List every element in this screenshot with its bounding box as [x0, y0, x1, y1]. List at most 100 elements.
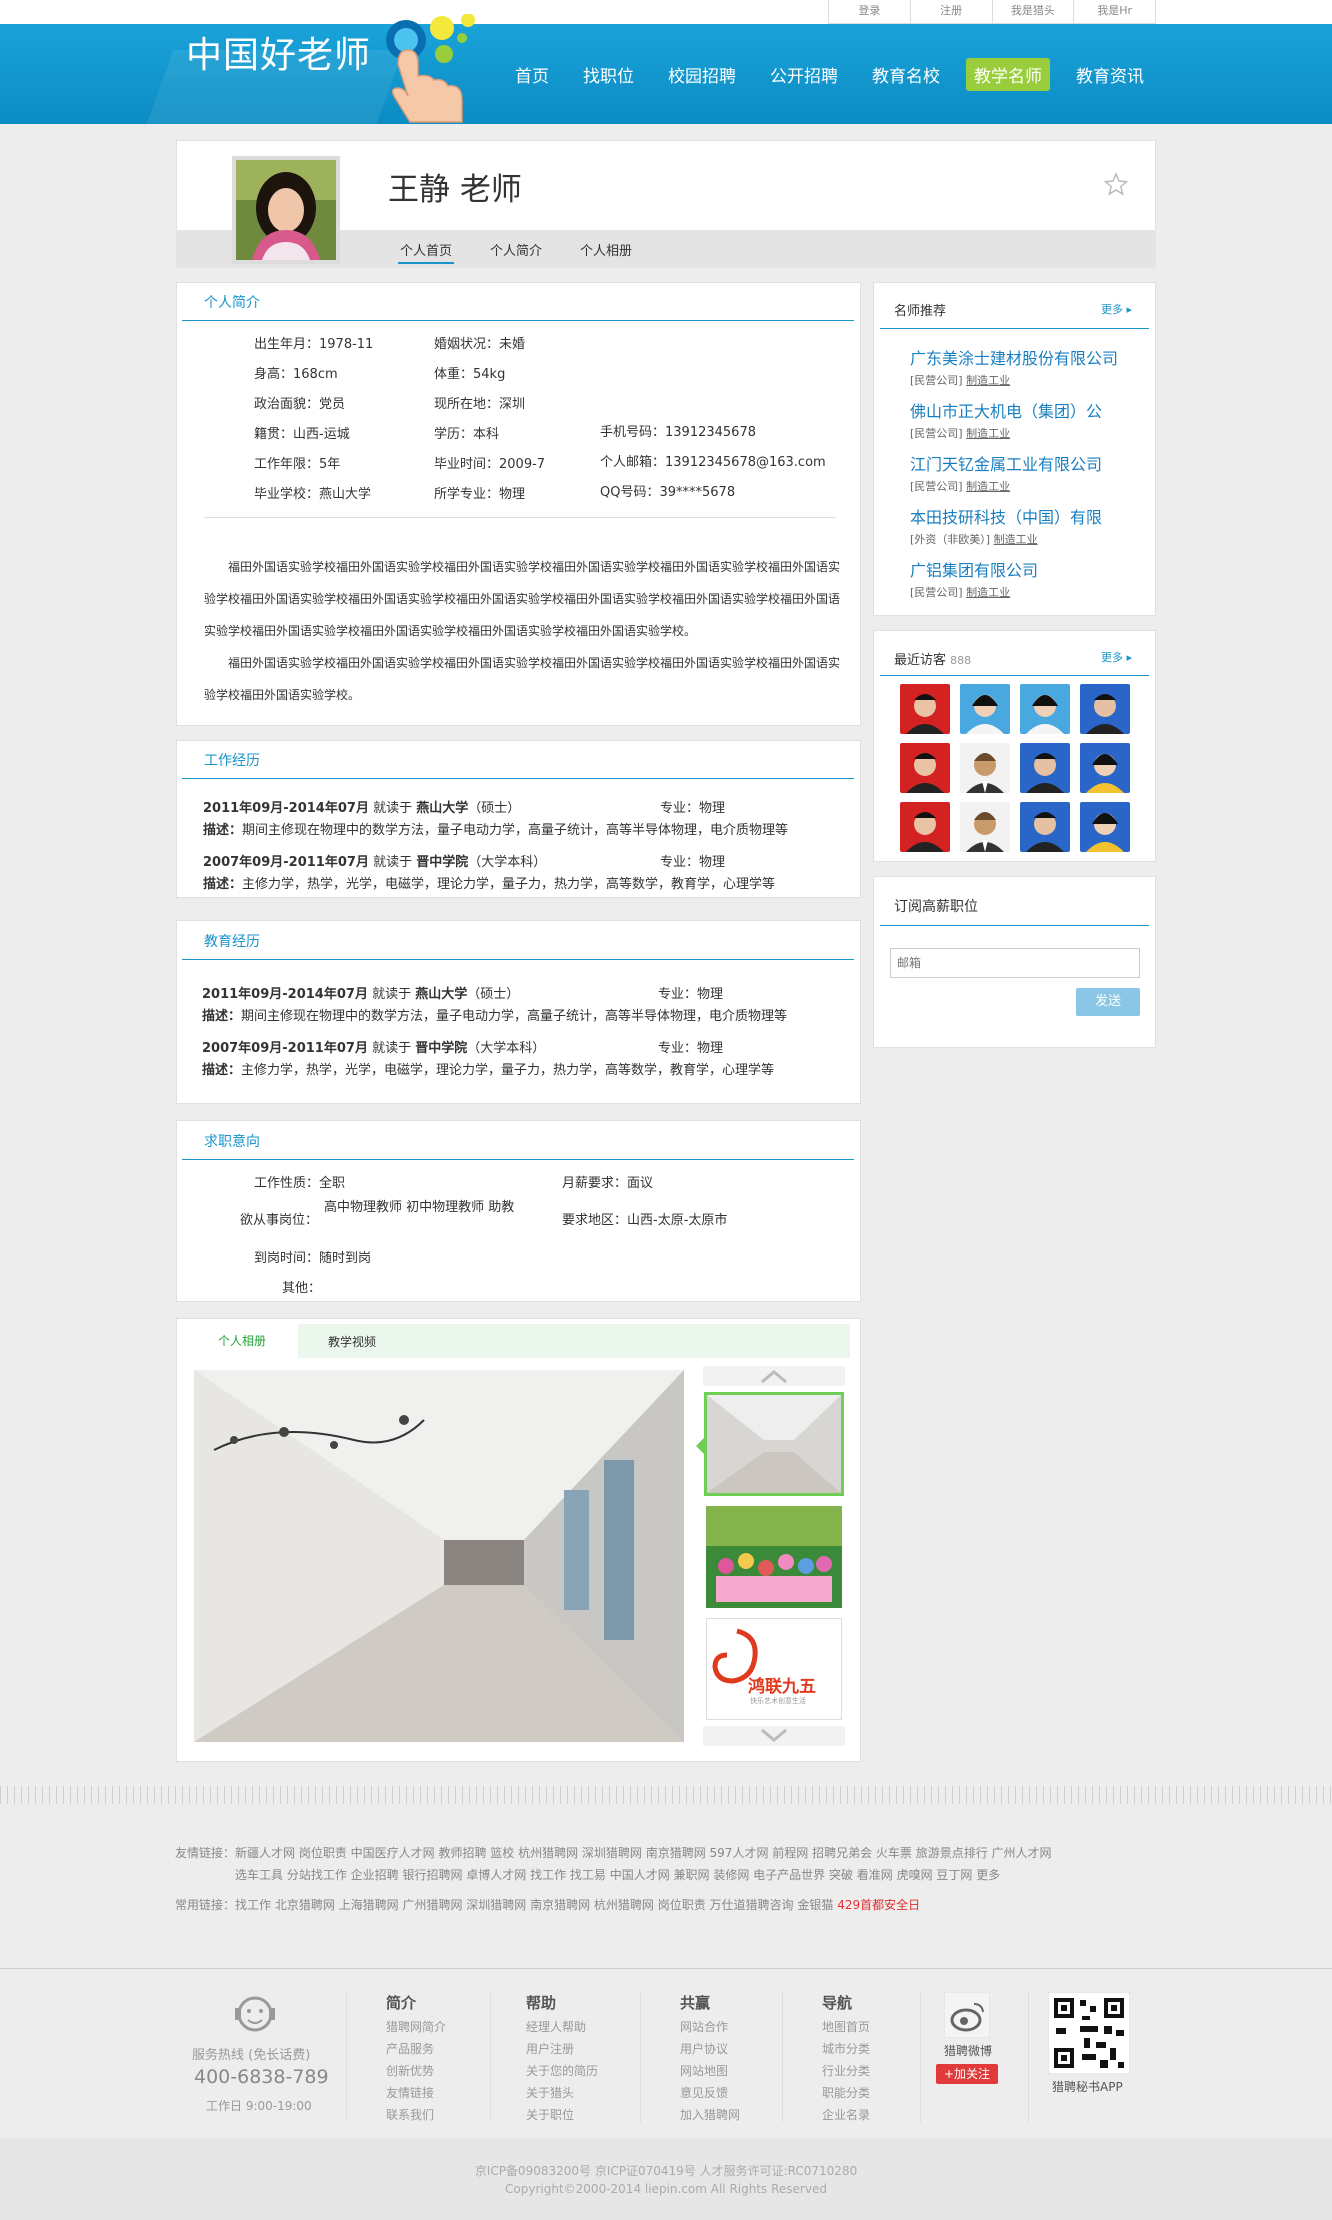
visitor-avatar[interactable] [960, 743, 1010, 793]
tab-album[interactable]: 个人相册 [580, 240, 632, 259]
footer-link[interactable]: 地图首页 [822, 2016, 870, 2038]
teacher-avatar [232, 156, 340, 264]
footer-link[interactable]: 加入猎聘网 [680, 2104, 740, 2126]
field-years: 工作年限：5年 [254, 457, 341, 472]
intent-salary: 月薪要求：面议 [562, 1176, 654, 1191]
intent-divider [182, 1159, 854, 1160]
field-major: 所学专业：物理 [434, 487, 526, 502]
work-item-2-head: 2007年09月-2011年07月 就读于 晋中学院（大学本科） [203, 855, 547, 870]
nav-schools[interactable]: 教育名校 [864, 58, 948, 91]
chevron-up-icon[interactable] [760, 1368, 788, 1384]
field-education: 学历：本科 [434, 427, 500, 442]
album-thumb-group[interactable] [706, 1506, 842, 1608]
footer-link[interactable]: 用户注册 [526, 2038, 598, 2060]
footer-divider [0, 1968, 1332, 1969]
recommend-more-link[interactable]: 更多 ▸ [1101, 301, 1132, 317]
recommend-item-5-meta: [民营公司] 制造工业 [910, 586, 1011, 599]
footer-link[interactable]: 经理人帮助 [526, 2016, 598, 2038]
subscribe-divider [880, 925, 1149, 926]
thumb-pointer-icon [696, 1438, 704, 1454]
field-location: 现所在地：深圳 [434, 397, 526, 412]
footer-link[interactable]: 城市分类 [822, 2038, 870, 2060]
intent-other: 其他： [282, 1281, 322, 1296]
visitor-avatar[interactable] [1080, 802, 1130, 852]
subscribe-send-button[interactable]: 发送 [1076, 988, 1140, 1016]
visitor-avatar[interactable] [900, 743, 950, 793]
visitors-title: 最近访客 888 [894, 653, 972, 668]
copyright: Copyright©2000-2014 liepin.com All Right… [505, 2182, 827, 2196]
album-tab-videos[interactable]: 教学视频 [328, 1333, 376, 1350]
recommend-item-2-meta: [民营公司] 制造工业 [910, 427, 1011, 440]
visitor-avatar[interactable] [900, 802, 950, 852]
edu-item-2-major: 专业：物理 [658, 1041, 724, 1056]
star-favorite-icon[interactable] [1104, 172, 1128, 196]
nav-public[interactable]: 公开招聘 [762, 58, 846, 91]
nav-campus[interactable]: 校园招聘 [660, 58, 744, 91]
footer-link[interactable]: 联系我们 [386, 2104, 446, 2126]
visitor-avatar[interactable] [1020, 684, 1070, 734]
visitor-avatar[interactable] [1020, 802, 1070, 852]
follow-button[interactable]: +加关注 [936, 2064, 998, 2084]
footer-link[interactable]: 网站地图 [680, 2060, 740, 2082]
intro-title: 个人简介 [204, 295, 260, 311]
footer-col-divider [490, 1992, 491, 2122]
visitors-more-link[interactable]: 更多 ▸ [1101, 649, 1132, 665]
tab-home-underline [398, 262, 454, 264]
field-origin: 籍贯：山西-运城 [254, 427, 350, 442]
recommend-title: 名师推荐 [894, 304, 947, 319]
headhunter-link[interactable]: 我是猎头 [992, 0, 1075, 24]
friend-links-line-2: 选车工具 分站找工作 企业招聘 银行招聘网 卓博人才网 找工作 找工易 中国人才… [235, 1868, 1001, 1882]
nav-news[interactable]: 教育资讯 [1068, 58, 1152, 91]
visitor-avatar[interactable] [900, 684, 950, 734]
recommend-item-2-name[interactable]: 佛山市正大机电（集团）公 [910, 398, 1102, 422]
service-phone: 400-6838-789 [194, 2066, 329, 2088]
weibo-icon[interactable] [944, 1992, 990, 2038]
app-label: 猎聘秘书APP [1052, 2080, 1123, 2094]
tab-intro[interactable]: 个人简介 [490, 240, 542, 259]
chevron-down-icon[interactable] [760, 1728, 788, 1744]
recommend-item-4-name[interactable]: 本田技研科技（中国）有限 [910, 504, 1102, 528]
recommend-item-1-name[interactable]: 广东美涂士建材股份有限公司 [910, 345, 1118, 369]
login-link[interactable]: 登录 [829, 0, 911, 24]
album-thumb-corridor[interactable] [704, 1392, 844, 1496]
recommend-item-5-name[interactable]: 广铝集团有限公司 [910, 557, 1038, 581]
nav-teachers[interactable]: 教学名师 [966, 58, 1050, 91]
visitor-avatar[interactable] [1080, 684, 1130, 734]
intent-title: 求职意向 [204, 1134, 260, 1150]
site-logo[interactable]: 中国好老师 [186, 26, 371, 78]
footer-link[interactable]: 职能分类 [822, 2082, 870, 2104]
footer-link[interactable]: 行业分类 [822, 2060, 870, 2082]
footer-link[interactable]: 关于职位 [526, 2104, 598, 2126]
field-school: 毕业学校：燕山大学 [254, 487, 372, 502]
visitor-avatar[interactable] [1020, 743, 1070, 793]
edu-item-1-desc: 描述：期间主修现在物理中的数学方法，量子电动力学，高量子统计，高等半导体物理，电… [202, 1009, 788, 1024]
album-tab-photos[interactable]: 个人相册 [218, 1332, 266, 1349]
hr-link[interactable]: 我是Hr [1074, 0, 1156, 24]
friend-links-line-1: 友情链接：新疆人才网 岗位职责 中国医疗人才网 教师招聘 篮校 杭州猎聘网 深圳… [175, 1846, 1052, 1860]
footer-link[interactable]: 猎聘网简介 [386, 2016, 446, 2038]
visitor-avatar[interactable] [960, 684, 1010, 734]
recommend-item-3-name[interactable]: 江门天钇金属工业有限公司 [910, 451, 1102, 475]
footer-link[interactable]: 意见反馈 [680, 2082, 740, 2104]
footer-link[interactable]: 关于猎头 [526, 2082, 598, 2104]
intro-divider [182, 320, 854, 321]
nav-find-job[interactable]: 找职位 [575, 58, 642, 91]
footer-link[interactable]: 网站合作 [680, 2016, 740, 2038]
footer-link[interactable]: 用户协议 [680, 2038, 740, 2060]
intro-paragraph-2: 福田外国语实验学校福田外国语实验学校福田外国语实验学校福田外国语实验学校福田外国… [204, 656, 841, 702]
visitor-avatar[interactable] [960, 802, 1010, 852]
visitor-avatar[interactable] [1080, 743, 1130, 793]
work-divider [182, 778, 854, 779]
footer-link[interactable]: 产品服务 [386, 2038, 446, 2060]
tab-home[interactable]: 个人首页 [400, 240, 452, 259]
footer-link[interactable]: 关于您的简历 [526, 2060, 598, 2082]
register-link[interactable]: 注册 [910, 0, 993, 24]
footer-link[interactable]: 创新优势 [386, 2060, 446, 2082]
subscribe-email-input[interactable] [890, 948, 1140, 978]
nav-home[interactable]: 首页 [507, 58, 557, 91]
footer-link[interactable]: 企业名录 [822, 2104, 870, 2126]
footer-link[interactable]: 友情链接 [386, 2082, 446, 2104]
edu-divider [182, 959, 854, 960]
service-label: 服务热线 (免长话费) [192, 2048, 311, 2063]
recommend-divider [880, 328, 1149, 329]
